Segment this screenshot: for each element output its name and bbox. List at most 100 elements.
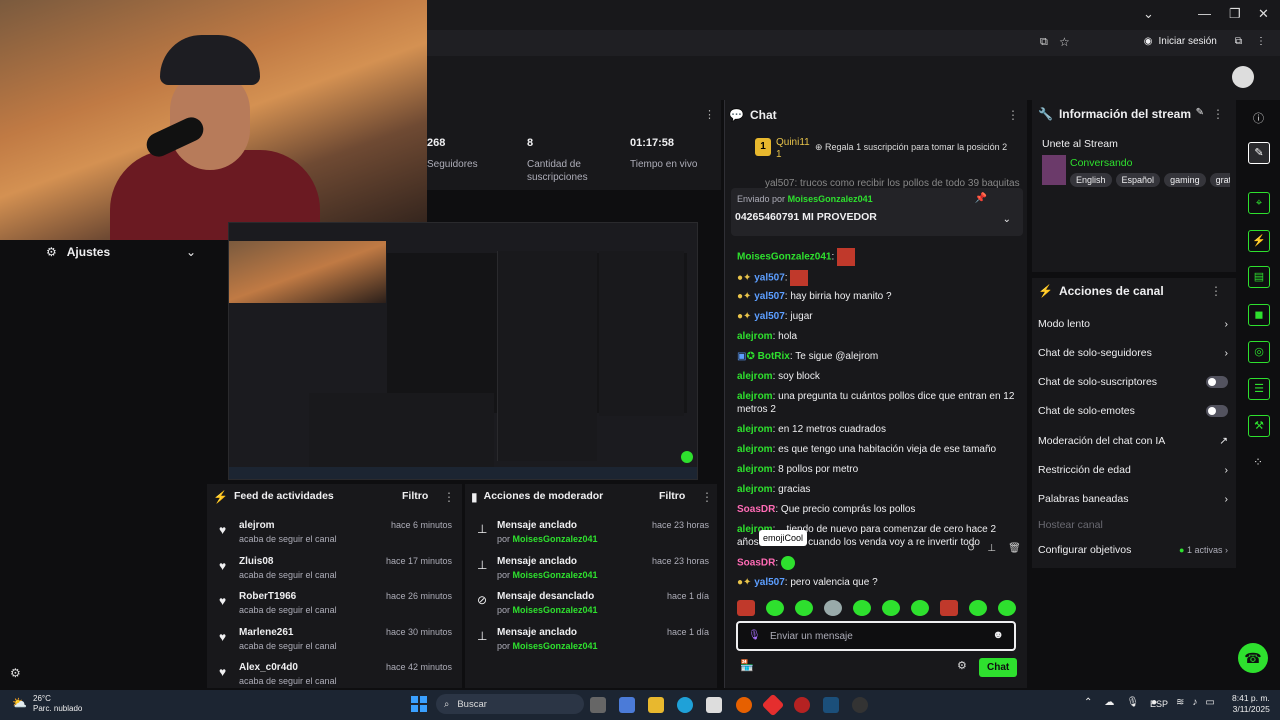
steam-icon[interactable] xyxy=(823,697,839,713)
reply-icon[interactable]: ↺ xyxy=(967,543,975,554)
action-emotes-only[interactable]: Chat de solo-emotes xyxy=(1038,405,1228,417)
gear-icon[interactable]: ⚙ xyxy=(10,666,21,680)
action-followers-only[interactable]: Chat de solo-seguidores › xyxy=(1038,347,1228,359)
emote[interactable] xyxy=(940,600,958,616)
more-icon[interactable]: ⋮ xyxy=(1007,108,1019,122)
chat-panel: 💬 Chat ⋮ 1 Quini11 1 ⊕ Regala 1 suscripc… xyxy=(724,100,1027,688)
emote[interactable] xyxy=(795,600,813,616)
heart-icon: ♥ xyxy=(219,523,227,537)
filter-button[interactable]: Filtro xyxy=(402,490,428,502)
delete-icon[interactable]: 🗑 xyxy=(1008,543,1021,554)
more-icon[interactable]: ⋮ xyxy=(701,490,713,504)
info-icon[interactable]: ⓘ xyxy=(1253,110,1264,126)
maximize-icon[interactable]: ❐ xyxy=(1229,6,1241,22)
emote[interactable] xyxy=(911,600,929,616)
action-subscribers-only[interactable]: Chat de solo-suscriptores xyxy=(1038,376,1228,388)
more-icon[interactable]: ⋮ xyxy=(1210,284,1222,298)
emote[interactable] xyxy=(824,600,842,616)
pin-icon: ⊥ xyxy=(477,558,488,572)
gift-promo[interactable]: ⊕ Regala 1 suscripción para tomar la pos… xyxy=(815,142,1007,153)
task-view-icon[interactable] xyxy=(590,697,606,713)
chevron-down-icon[interactable]: ⌄ xyxy=(1143,6,1154,22)
screenshot-icon[interactable]: ⧉ xyxy=(1040,36,1048,49)
action-age-restriction[interactable]: Restricción de edad › xyxy=(1038,464,1228,476)
gear-icon[interactable]: ⚙ xyxy=(957,659,967,672)
wrench-icon[interactable]: ⚒ xyxy=(1248,415,1270,437)
tag[interactable]: English xyxy=(1070,173,1112,187)
pinned-message[interactable]: Enviado por MoisesGonzalez041 0426546079… xyxy=(731,188,1023,236)
emoji-icon[interactable]: ☻ xyxy=(992,629,1004,641)
stream-preview xyxy=(228,222,698,480)
chevron-down-icon[interactable]: ⌄ xyxy=(1003,214,1011,225)
minimize-icon[interactable]: — xyxy=(1198,6,1211,21)
edit-icon[interactable]: ✎ xyxy=(1196,107,1204,118)
emote[interactable] xyxy=(766,600,784,616)
tag[interactable]: grat xyxy=(1209,173,1230,187)
system-tray[interactable]: ≋ ♪ ▭ xyxy=(1176,697,1215,708)
emote[interactable] xyxy=(853,600,871,616)
chevron-right-icon: › xyxy=(1224,318,1229,330)
stream-category[interactable]: Conversando xyxy=(1070,157,1132,169)
pin-icon[interactable]: 📌 xyxy=(975,193,987,204)
more-icon[interactable]: ⋮ xyxy=(443,490,455,504)
list-icon[interactable]: ☰ xyxy=(1248,378,1270,400)
top-gifter[interactable]: Quini11 1 xyxy=(776,137,810,161)
support-icon[interactable]: ☎ xyxy=(1238,643,1268,673)
toggle-switch[interactable] xyxy=(1206,405,1228,417)
microphone-icon[interactable]: 🎙 xyxy=(1126,697,1139,708)
focus-icon[interactable]: ⌖ xyxy=(1248,192,1270,214)
chat-icon[interactable]: ◼ xyxy=(1248,304,1270,326)
file-explorer-icon[interactable] xyxy=(648,697,664,713)
chevron-right-icon: › xyxy=(1224,464,1229,476)
firefox-icon[interactable] xyxy=(736,697,752,713)
lightning-icon[interactable]: ⚡ xyxy=(1248,230,1270,252)
taskbar-search[interactable]: ⌕ Buscar xyxy=(436,694,584,714)
pencil-icon[interactable]: ✎ xyxy=(1248,142,1270,164)
send-chat-button[interactable]: Chat xyxy=(979,658,1018,677)
signin-button[interactable]: ◉ Iniciar sesión ⧉ ⋮ xyxy=(1144,36,1266,47)
store-icon[interactable] xyxy=(706,697,722,713)
weather-widget[interactable]: 26°C Parc. nublado xyxy=(33,694,82,714)
action-slow-mode[interactable]: Modo lento › xyxy=(1038,318,1228,330)
settings-header[interactable]: ⚙ Ajustes ⌄ xyxy=(46,245,196,259)
broadcast-icon[interactable]: ◎ xyxy=(1248,341,1270,363)
apps-icon[interactable]: ⁘ xyxy=(1253,455,1263,469)
emote[interactable] xyxy=(998,600,1016,616)
store-icon[interactable]: 🏪 xyxy=(740,659,754,672)
edge-icon[interactable] xyxy=(677,697,693,713)
tag[interactable]: Español xyxy=(1115,173,1161,187)
chevron-up-icon[interactable]: ⌃ xyxy=(1084,697,1092,708)
external-link-icon: ↗ xyxy=(1219,435,1228,447)
clock[interactable]: 8:41 p. m. 3/11/2025 xyxy=(1232,693,1270,715)
obs-icon[interactable] xyxy=(794,697,810,713)
pin-icon[interactable]: ⊥ xyxy=(987,543,996,554)
toggle-switch[interactable] xyxy=(1206,376,1228,388)
microphone-icon[interactable]: 🎙 xyxy=(748,630,761,641)
action-goals[interactable]: Configurar objetivos ● 1 activas › xyxy=(1038,544,1228,556)
mod-header: ▮ Acciones de moderador xyxy=(471,490,604,504)
chat-message: ●✦ yal507: pero valencia que ? xyxy=(737,577,878,588)
action-ai-moderation[interactable]: Moderación del chat con IA ↗ xyxy=(1038,435,1228,447)
emote[interactable] xyxy=(882,600,900,616)
action-host-channel[interactable]: Hostear canal xyxy=(1038,519,1228,531)
filter-button[interactable]: Filtro xyxy=(659,490,685,502)
document-icon[interactable]: ▤ xyxy=(1248,266,1270,288)
star-icon[interactable]: ☆ xyxy=(1059,35,1070,49)
cloud-icon[interactable]: ☁ xyxy=(1104,697,1114,708)
weather-icon[interactable]: ⛅ xyxy=(12,696,27,710)
emote[interactable] xyxy=(969,600,987,616)
avatar[interactable] xyxy=(1232,66,1254,88)
copilot-icon[interactable] xyxy=(619,697,635,713)
language-indicator[interactable]: ESP xyxy=(1150,699,1168,709)
chat-input[interactable]: 🎙 Enviar un mensaje ☻ xyxy=(736,621,1016,651)
feed-item[interactable]: ♥ Alex_c0r4d0 hace 42 minutos acaba de s… xyxy=(219,662,454,686)
more-icon[interactable]: ⋮ xyxy=(1212,107,1224,121)
emote[interactable] xyxy=(737,600,755,616)
windows-start-icon[interactable] xyxy=(411,696,427,712)
extensions-icon: ⧉ xyxy=(1234,36,1242,47)
app-icon[interactable] xyxy=(852,697,868,713)
more-icon[interactable]: ⋮ xyxy=(704,108,715,121)
action-banned-words[interactable]: Palabras baneadas › xyxy=(1038,493,1228,505)
close-icon[interactable]: ✕ xyxy=(1258,6,1269,22)
tag[interactable]: gaming xyxy=(1164,173,1206,187)
